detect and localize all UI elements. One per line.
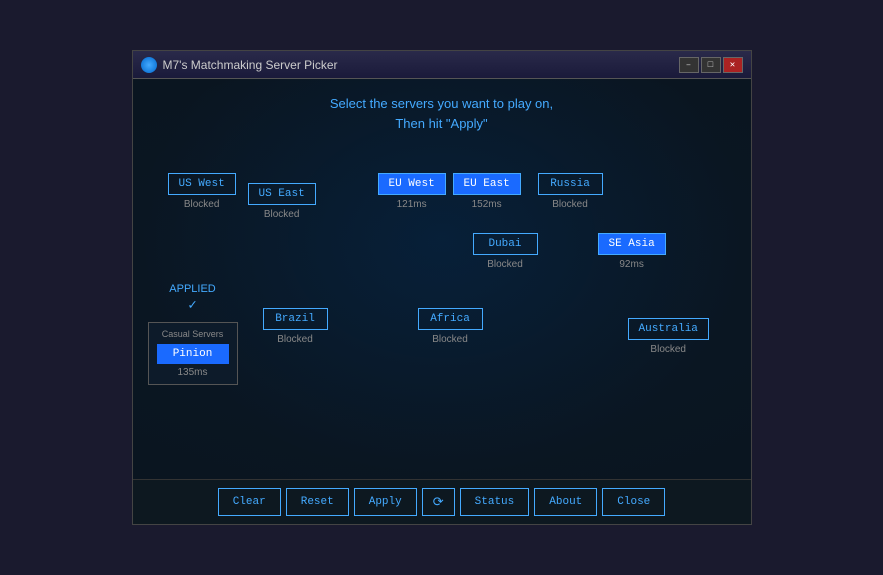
casual-servers-box: Casual Servers Pinion 135ms — [148, 322, 238, 385]
apply-button[interactable]: Apply — [354, 488, 417, 516]
server-btn-eu-east[interactable]: EU East — [453, 173, 521, 195]
server-group-eu-west: EU West 121ms — [378, 173, 446, 210]
instruction-line1: Select the servers you want to play on, — [148, 94, 736, 114]
minimize-button[interactable]: – — [679, 57, 699, 73]
server-group-us-west: US West Blocked — [168, 173, 236, 210]
server-btn-us-east[interactable]: US East — [248, 183, 316, 205]
window-close-button[interactable]: ✕ — [723, 57, 743, 73]
about-button[interactable]: About — [534, 488, 597, 516]
server-btn-russia[interactable]: Russia — [538, 173, 603, 195]
clear-button[interactable]: Clear — [218, 488, 281, 516]
server-status-australia: Blocked — [650, 344, 686, 355]
maximize-button[interactable]: □ — [701, 57, 721, 73]
app-icon — [141, 57, 157, 73]
server-btn-australia[interactable]: Australia — [628, 318, 709, 340]
server-group-dubai: Dubai Blocked — [473, 233, 538, 270]
pinion-ms: 135ms — [157, 367, 229, 378]
instruction-line2: Then hit "Apply" — [148, 114, 736, 134]
server-status-eu-east: 152ms — [472, 199, 502, 210]
server-status-us-west: Blocked — [184, 199, 220, 210]
server-group-africa: Africa Blocked — [418, 308, 483, 345]
server-btn-se-asia[interactable]: SE Asia — [598, 233, 666, 255]
server-status-eu-west: 121ms — [397, 199, 427, 210]
window-title: M7's Matchmaking Server Picker — [163, 58, 338, 72]
titlebar-left: M7's Matchmaking Server Picker — [141, 57, 338, 73]
status-button[interactable]: Status — [460, 488, 530, 516]
server-btn-dubai[interactable]: Dubai — [473, 233, 538, 255]
content-area: Select the servers you want to play on, … — [133, 79, 751, 479]
applied-checkmark: ✓ — [188, 297, 196, 314]
casual-label: Casual Servers — [157, 329, 229, 339]
applied-label: APPLIED — [169, 283, 215, 295]
server-status-us-east: Blocked — [264, 209, 300, 220]
server-group-russia: Russia Blocked — [538, 173, 603, 210]
server-group-eu-east: EU East 152ms — [453, 173, 521, 210]
server-btn-eu-west[interactable]: EU West — [378, 173, 446, 195]
server-group-us-east: US East Blocked — [248, 183, 316, 220]
server-group-brazil: Brazil Blocked — [263, 308, 328, 345]
applied-section: APPLIED ✓ Casual Servers Pinion 135ms — [148, 283, 238, 385]
server-status-se-asia: 92ms — [619, 259, 643, 270]
server-btn-africa[interactable]: Africa — [418, 308, 483, 330]
refresh-button[interactable]: ⟳ — [422, 488, 455, 516]
titlebar: M7's Matchmaking Server Picker – □ ✕ — [133, 51, 751, 79]
server-btn-brazil[interactable]: Brazil — [263, 308, 328, 330]
server-status-russia: Blocked — [552, 199, 588, 210]
server-group-australia: Australia Blocked — [628, 318, 709, 355]
titlebar-buttons: – □ ✕ — [679, 57, 743, 73]
server-status-africa: Blocked — [432, 334, 468, 345]
main-window: M7's Matchmaking Server Picker – □ ✕ Sel… — [132, 50, 752, 525]
servers-area: APPLIED ✓ Casual Servers Pinion 135ms US… — [148, 153, 736, 433]
bottom-bar: Clear Reset Apply ⟳ Status About Close — [133, 479, 751, 524]
instruction-text: Select the servers you want to play on, … — [148, 94, 736, 133]
server-btn-us-west[interactable]: US West — [168, 173, 236, 195]
server-group-se-asia: SE Asia 92ms — [598, 233, 666, 270]
server-status-dubai: Blocked — [487, 259, 523, 270]
server-status-brazil: Blocked — [277, 334, 313, 345]
close-button[interactable]: Close — [602, 488, 665, 516]
reset-button[interactable]: Reset — [286, 488, 349, 516]
pinion-button[interactable]: Pinion — [157, 344, 229, 364]
